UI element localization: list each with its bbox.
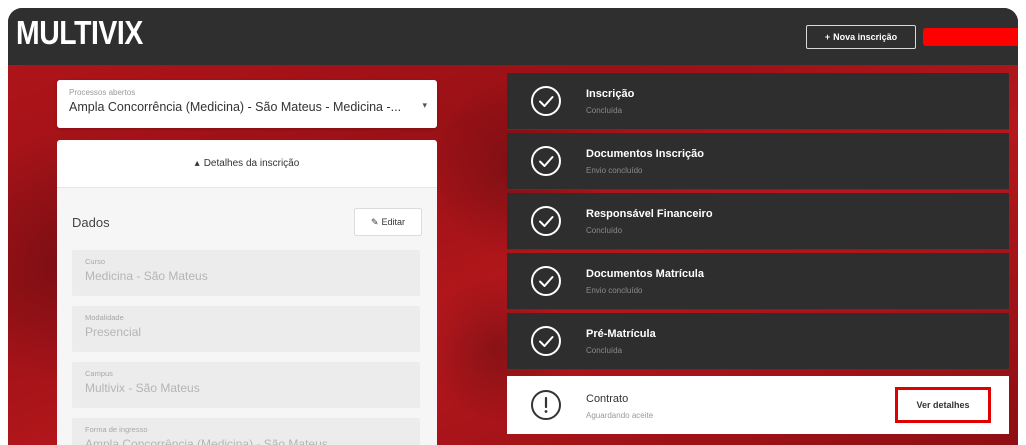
step-documentos-inscricao: Documentos Inscrição Envio concluído [507, 133, 1009, 190]
new-enrollment-button[interactable]: + Nova inscrição [806, 25, 916, 49]
process-select-label: Processos abertos [69, 88, 136, 97]
step-title: Responsável Financeiro [586, 208, 713, 220]
details-toggle-label: Detalhes da inscrição [203, 158, 300, 169]
step-contrato: Contrato Aguardando aceite Ver detalhes [507, 376, 1009, 434]
course-field: Curso Medicina - São Mateus [72, 250, 420, 296]
multivix-logo[interactable]: MULTIVIX [16, 14, 143, 52]
check-circle-icon [531, 206, 561, 236]
details-body: Dados ✎ Editar Curso Medicina - São Mate… [57, 188, 437, 445]
step-status: Envio concluído [586, 286, 643, 295]
field-label: Forma de ingresso [85, 425, 148, 434]
step-title: Inscrição [586, 88, 635, 100]
section-title: Dados [72, 214, 110, 230]
step-responsavel-financeiro: Responsável Financeiro Concluído [507, 193, 1009, 250]
alert-circle-icon [531, 390, 561, 420]
step-status: Envio concluído [586, 166, 643, 175]
step-pre-matricula: Pré-Matrícula Concluída [507, 313, 1009, 370]
step-title: Documentos Inscrição [586, 148, 704, 160]
check-circle-icon [531, 146, 561, 176]
new-enrollment-label: Nova inscrição [833, 32, 898, 42]
details-toggle[interactable]: ▴ Detalhes da inscrição [57, 140, 437, 188]
enrollment-details-card: ▴ Detalhes da inscrição Dados ✎ Editar C… [57, 140, 437, 445]
pencil-icon: ✎ [370, 216, 379, 227]
plus-icon: + [824, 32, 831, 42]
edit-button-label: Editar [381, 217, 406, 227]
field-label: Curso [85, 257, 106, 266]
step-status: Aguardando aceite [586, 411, 654, 420]
chevron-up-icon: ▴ [194, 158, 200, 169]
step-status: Concluída [586, 106, 623, 115]
process-select[interactable]: Processos abertos Ampla Concorrência (Me… [57, 80, 437, 128]
field-value: Multivix - São Mateus [85, 381, 200, 395]
process-select-value: Ampla Concorrência (Medicina) - São Mate… [69, 100, 402, 114]
field-value: Presencial [85, 325, 142, 339]
admission-type-field: Forma de ingresso Ampla Concorrência (Me… [72, 418, 420, 445]
check-circle-icon [531, 86, 561, 116]
check-circle-icon [531, 326, 561, 356]
step-title: Contrato [586, 393, 629, 405]
field-value: Ampla Concorrência (Medicina) - São Mate… [85, 437, 328, 445]
check-circle-icon [531, 266, 561, 296]
step-documentos-matricula: Documentos Matrícula Envio concluído [507, 253, 1009, 310]
app-window: MULTIVIX + Nova inscrição Processos aber… [8, 8, 1018, 445]
modality-field: Modalidade Presencial [72, 306, 420, 352]
field-value: Medicina - São Mateus [85, 269, 208, 283]
edit-button[interactable]: ✎ Editar [354, 208, 422, 236]
view-details-button[interactable]: Ver detalhes [895, 387, 991, 423]
field-label: Modalidade [85, 313, 124, 322]
field-label: Campus [85, 369, 113, 378]
step-inscricao: Inscrição Concluída [507, 73, 1009, 130]
enrollment-steps: Inscrição Concluída Documentos Inscrição… [507, 73, 1009, 445]
step-title: Pré-Matrícula [586, 328, 656, 340]
step-status: Concluída [586, 346, 623, 355]
top-bar: MULTIVIX + Nova inscrição [8, 8, 1018, 65]
campus-field: Campus Multivix - São Mateus [72, 362, 420, 408]
chevron-down-icon: ▾ [422, 100, 427, 110]
redacted-user-area [923, 28, 1018, 46]
step-status: Concluído [586, 226, 623, 235]
step-title: Documentos Matrícula [586, 268, 704, 280]
dados-header: Dados ✎ Editar [72, 208, 422, 236]
